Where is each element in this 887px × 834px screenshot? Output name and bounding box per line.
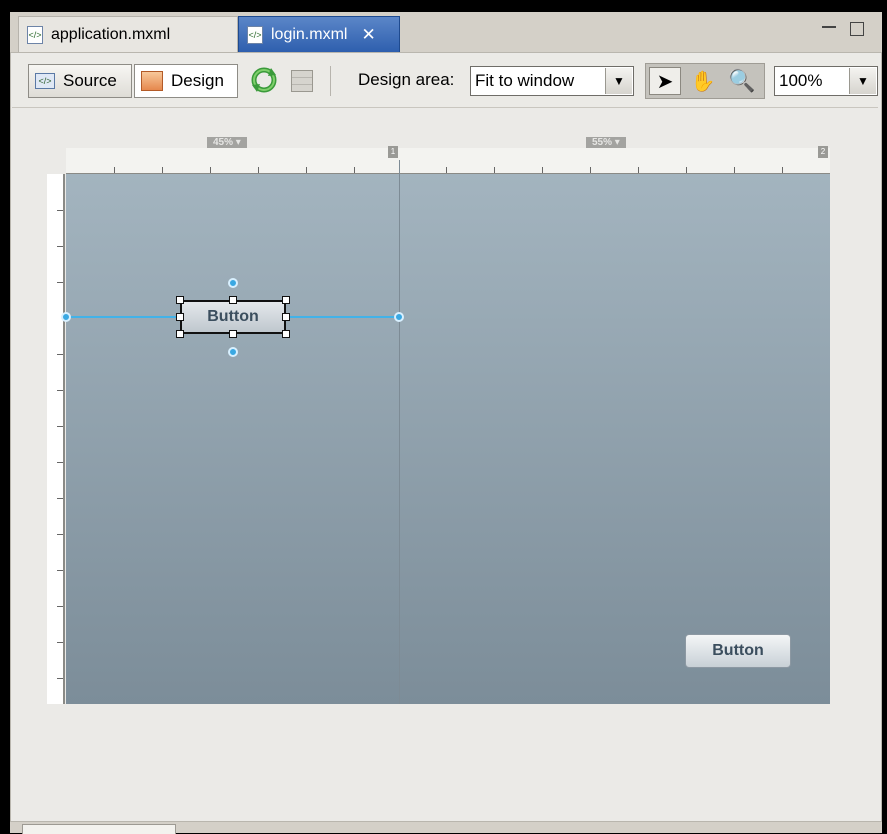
minimize-icon[interactable] — [822, 26, 836, 34]
mxml-file-icon: </> — [247, 25, 263, 44]
chevron-down-icon[interactable]: ▼ — [849, 68, 876, 94]
anchor-left-handle[interactable] — [61, 312, 71, 322]
anchor-right-handle[interactable] — [394, 312, 404, 322]
ruler-marker-2[interactable]: 2 — [818, 146, 828, 158]
maximize-icon[interactable] — [850, 22, 864, 36]
source-label: Source — [63, 71, 117, 90]
tab-login-mxml[interactable]: </> login.mxml ✕ — [238, 16, 400, 52]
application-stage[interactable] — [66, 174, 830, 704]
selected-button[interactable]: Button — [180, 300, 286, 334]
select-pointer-icon[interactable]: ➤ — [649, 67, 681, 95]
design-toolbar: </> Source Design Design area: Fit to wi… — [12, 55, 878, 108]
editor-tab-bar: </> application.mxml </> login.mxml ✕ — [10, 12, 882, 52]
tab-application-mxml[interactable]: </> application.mxml — [18, 16, 238, 52]
design-label: Design — [171, 71, 224, 90]
resize-handle[interactable] — [282, 313, 290, 321]
selected-button-label: Button — [207, 308, 259, 325]
canvas-button[interactable]: Button — [685, 634, 791, 668]
tool-group: ➤ ✋ 🔍 — [645, 63, 765, 99]
ruler-marker-1[interactable]: 1 — [388, 146, 398, 158]
anchor-bottom-handle[interactable] — [228, 347, 238, 357]
design-area-label: Design area: — [358, 70, 455, 89]
show-surrounding-containers-icon[interactable] — [291, 70, 313, 92]
source-code-icon: </> — [35, 73, 55, 89]
source-mode-button[interactable]: </> Source — [28, 64, 132, 98]
design-area-value: Fit to window — [475, 71, 575, 90]
design-area-select[interactable]: Fit to window ▼ — [470, 66, 634, 96]
design-view-icon — [141, 71, 163, 91]
design-mode-button[interactable]: Design — [134, 64, 238, 98]
right-percent-value: 55% — [592, 137, 613, 148]
horizontal-ruler: 1 2 — [66, 146, 830, 174]
zoom-value: 100% — [779, 71, 823, 90]
toolbar-separator — [330, 66, 331, 96]
resize-handle[interactable] — [229, 296, 237, 304]
refresh-icon[interactable] — [249, 65, 279, 95]
pan-hand-icon[interactable]: ✋ — [687, 67, 719, 95]
resize-handle[interactable] — [282, 330, 290, 338]
close-icon[interactable]: ✕ — [361, 25, 375, 45]
chevron-down-icon[interactable]: ▼ — [605, 68, 632, 94]
zoom-magnifier-icon[interactable]: 🔍 — [726, 67, 758, 95]
tab-label: application.mxml — [51, 25, 171, 43]
resize-handle[interactable] — [176, 296, 184, 304]
anchor-top-handle[interactable] — [228, 278, 238, 288]
mxml-file-icon: </> — [27, 25, 43, 44]
resize-handle[interactable] — [176, 313, 184, 321]
resize-handle[interactable] — [282, 296, 290, 304]
resize-handle[interactable] — [229, 330, 237, 338]
vertical-ruler — [47, 174, 65, 704]
constraint-divider-line[interactable] — [399, 160, 400, 704]
canvas-button-label: Button — [712, 642, 764, 659]
tab-label: login.mxml — [271, 25, 348, 43]
left-percent-value: 45% — [213, 137, 234, 148]
resize-handle[interactable] — [176, 330, 184, 338]
zoom-select[interactable]: 100% ▼ — [774, 66, 878, 96]
